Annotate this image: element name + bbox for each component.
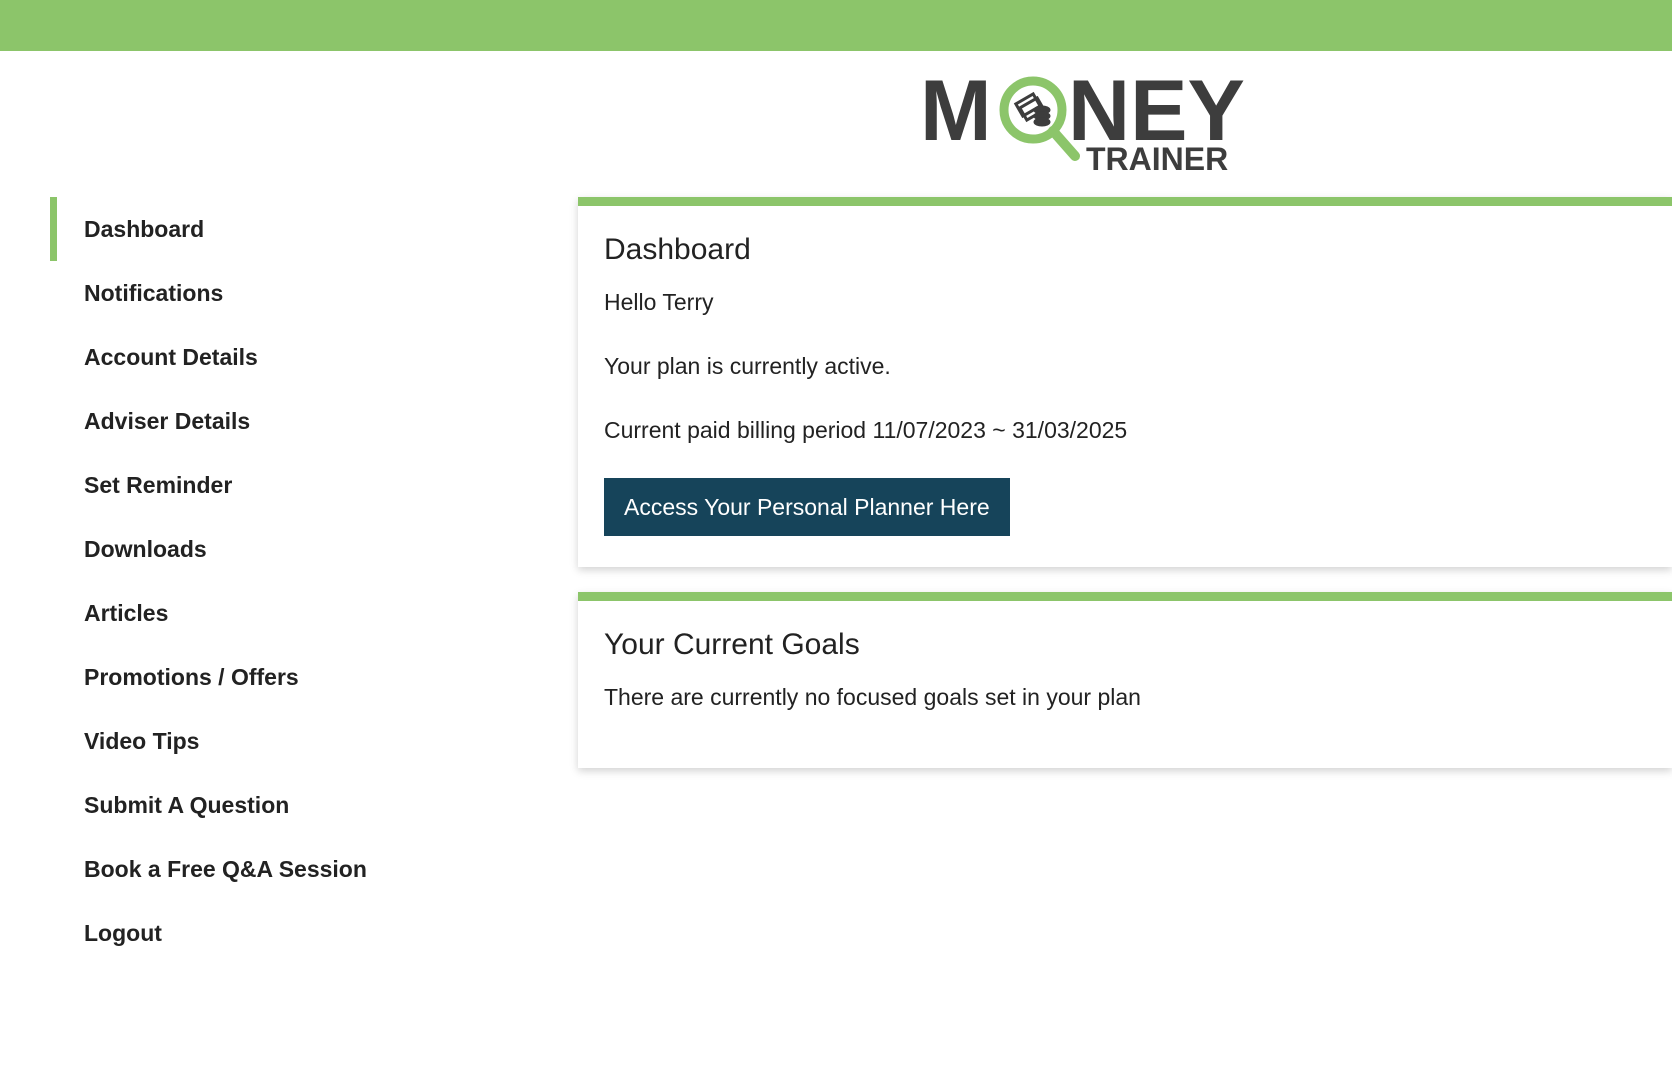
sidebar-item-notifications[interactable]: Notifications [50,261,470,325]
svg-text:M: M [920,68,992,159]
sidebar-item-video-tips[interactable]: Video Tips [50,709,470,773]
goals-title: Your Current Goals [604,628,860,661]
svg-text:TRAINER: TRAINER [1086,141,1228,177]
sidebar-item-adviser-details[interactable]: Adviser Details [50,389,470,453]
personal-planner-button[interactable]: Access Your Personal Planner Here [604,478,1010,536]
sidebar-item-promotions-offers[interactable]: Promotions / Offers [50,645,470,709]
dashboard-card: Dashboard Hello Terry Your plan is curre… [578,197,1672,567]
sidebar-item-submit-question[interactable]: Submit A Question [50,773,470,837]
sidebar-item-set-reminder[interactable]: Set Reminder [50,453,470,517]
sidebar-item-dashboard[interactable]: Dashboard [50,197,470,261]
greeting-text: Hello Terry [604,289,714,315]
sidebar-nav: Dashboard Notifications Account Details … [50,197,470,965]
sidebar-item-account-details[interactable]: Account Details [50,325,470,389]
goals-card: Your Current Goals There are currently n… [578,592,1672,768]
top-header-bar [0,0,1672,51]
sidebar-item-articles[interactable]: Articles [50,581,470,645]
money-trainer-logo[interactable]: M NEY TRAINER [920,68,1250,178]
dashboard-title: Dashboard [604,233,751,266]
billing-period-text: Current paid billing period 11/07/2023 ~… [604,417,1128,443]
sidebar-item-logout[interactable]: Logout [50,901,470,965]
sidebar-item-downloads[interactable]: Downloads [50,517,470,581]
sidebar-item-book-qa-session[interactable]: Book a Free Q&A Session [50,837,470,901]
plan-status-text: Your plan is currently active. [604,353,891,379]
goals-message: There are currently no focused goals set… [604,684,1141,710]
